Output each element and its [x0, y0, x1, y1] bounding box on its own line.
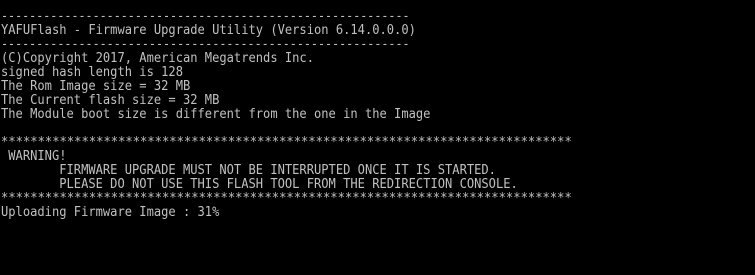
- separator-line-bottom: ----------------------------------------…: [1, 37, 410, 52]
- stars-line-bottom: ****************************************…: [1, 191, 572, 206]
- warning-heading: WARNING!: [1, 149, 67, 164]
- current-flash-size-line: The Current flash size = 32 MB: [1, 93, 220, 108]
- warning-line-redirection: PLEASE DO NOT USE THIS FLASH TOOL FROM T…: [1, 177, 518, 192]
- utility-title: YAFUFlash - Firmware Upgrade Utility (Ve…: [1, 23, 416, 38]
- rom-image-size-line: The Rom Image size = 32 MB: [1, 79, 191, 94]
- copyright-line: (C)Copyright 2017, American Megatrends I…: [1, 51, 314, 66]
- console-output: ----------------------------------------…: [1, 10, 611, 220]
- console-window[interactable]: ----------------------------------------…: [0, 0, 755, 275]
- upload-status-line: Uploading Firmware Image : 31%: [1, 205, 220, 220]
- stars-line-top: ****************************************…: [1, 135, 572, 150]
- warning-line-interrupt: FIRMWARE UPGRADE MUST NOT BE INTERRUPTED…: [1, 163, 496, 178]
- module-boot-size-line: The Module boot size is different from t…: [1, 107, 431, 122]
- separator-line-top: ----------------------------------------…: [1, 9, 410, 24]
- hash-length-line: signed hash length is 128: [1, 65, 183, 80]
